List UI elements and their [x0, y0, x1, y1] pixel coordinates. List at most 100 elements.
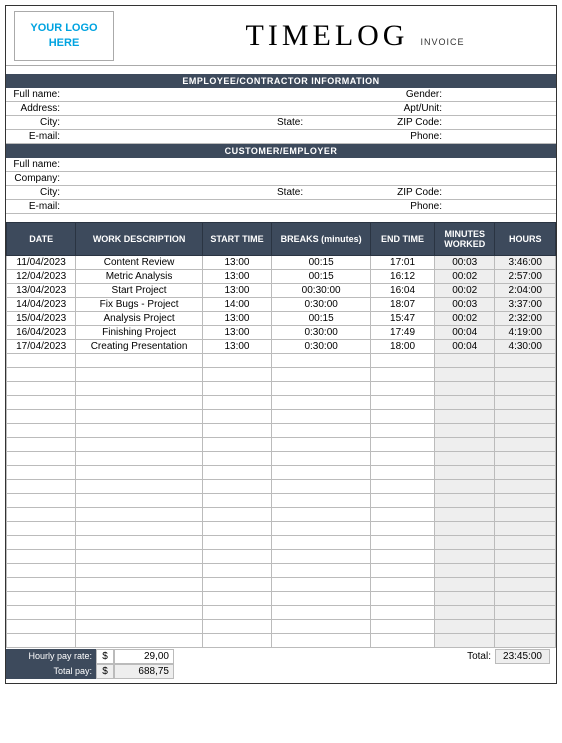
cell-desc[interactable]: Fix Bugs - Project — [76, 298, 203, 312]
empty-cell[interactable] — [272, 634, 371, 648]
empty-cell[interactable] — [7, 606, 76, 620]
table-row-empty[interactable] — [7, 368, 556, 382]
empty-cell[interactable] — [202, 592, 271, 606]
cell-desc[interactable]: Start Project — [76, 284, 203, 298]
empty-cell[interactable] — [272, 396, 371, 410]
empty-cell[interactable] — [76, 466, 203, 480]
cell-end[interactable]: 18:07 — [371, 298, 435, 312]
empty-cell[interactable] — [7, 354, 76, 368]
empty-cell[interactable] — [76, 522, 203, 536]
cell-desc[interactable]: Metric Analysis — [76, 270, 203, 284]
empty-cell[interactable] — [202, 508, 271, 522]
empty-cell[interactable] — [371, 466, 435, 480]
empty-cell[interactable] — [202, 536, 271, 550]
empty-cell[interactable] — [495, 620, 556, 634]
empty-cell[interactable] — [272, 536, 371, 550]
empty-cell[interactable] — [7, 368, 76, 382]
table-row-empty[interactable] — [7, 382, 556, 396]
empty-cell[interactable] — [76, 480, 203, 494]
empty-cell[interactable] — [371, 550, 435, 564]
empty-cell[interactable] — [434, 438, 495, 452]
table-row-empty[interactable] — [7, 564, 556, 578]
cell-start[interactable]: 13:00 — [202, 340, 271, 354]
empty-cell[interactable] — [76, 620, 203, 634]
empty-cell[interactable] — [272, 494, 371, 508]
empty-cell[interactable] — [434, 592, 495, 606]
empty-cell[interactable] — [7, 424, 76, 438]
cell-date[interactable]: 15/04/2023 — [7, 312, 76, 326]
cell-hours[interactable]: 4:30:00 — [495, 340, 556, 354]
cell-end[interactable]: 17:01 — [371, 256, 435, 270]
cell-desc[interactable]: Creating Presentation — [76, 340, 203, 354]
empty-cell[interactable] — [371, 382, 435, 396]
empty-cell[interactable] — [371, 592, 435, 606]
empty-cell[interactable] — [434, 480, 495, 494]
table-row-empty[interactable] — [7, 354, 556, 368]
table-row-empty[interactable] — [7, 606, 556, 620]
empty-cell[interactable] — [76, 564, 203, 578]
empty-cell[interactable] — [202, 424, 271, 438]
empty-cell[interactable] — [272, 382, 371, 396]
empty-cell[interactable] — [371, 452, 435, 466]
cell-start[interactable]: 13:00 — [202, 312, 271, 326]
table-row-empty[interactable] — [7, 466, 556, 480]
cell-hours[interactable]: 2:04:00 — [495, 284, 556, 298]
cell-minutes[interactable]: 00:03 — [434, 298, 495, 312]
cell-desc[interactable]: Finishing Project — [76, 326, 203, 340]
cell-breaks[interactable]: 00:30:00 — [272, 284, 371, 298]
empty-cell[interactable] — [371, 410, 435, 424]
cell-date[interactable]: 11/04/2023 — [7, 256, 76, 270]
empty-cell[interactable] — [76, 438, 203, 452]
empty-cell[interactable] — [434, 466, 495, 480]
empty-cell[interactable] — [371, 522, 435, 536]
empty-cell[interactable] — [495, 508, 556, 522]
table-row-empty[interactable] — [7, 592, 556, 606]
table-row-empty[interactable] — [7, 522, 556, 536]
empty-cell[interactable] — [202, 550, 271, 564]
empty-cell[interactable] — [202, 522, 271, 536]
empty-cell[interactable] — [434, 368, 495, 382]
empty-cell[interactable] — [495, 494, 556, 508]
empty-cell[interactable] — [76, 382, 203, 396]
empty-cell[interactable] — [371, 354, 435, 368]
cell-minutes[interactable]: 00:04 — [434, 340, 495, 354]
table-row-empty[interactable] — [7, 396, 556, 410]
cell-date[interactable]: 13/04/2023 — [7, 284, 76, 298]
empty-cell[interactable] — [76, 396, 203, 410]
table-row-empty[interactable] — [7, 578, 556, 592]
empty-cell[interactable] — [495, 550, 556, 564]
empty-cell[interactable] — [495, 438, 556, 452]
empty-cell[interactable] — [371, 424, 435, 438]
cell-date[interactable]: 12/04/2023 — [7, 270, 76, 284]
empty-cell[interactable] — [495, 466, 556, 480]
empty-cell[interactable] — [272, 480, 371, 494]
empty-cell[interactable] — [272, 452, 371, 466]
empty-cell[interactable] — [7, 592, 76, 606]
table-row-empty[interactable] — [7, 424, 556, 438]
empty-cell[interactable] — [371, 438, 435, 452]
empty-cell[interactable] — [371, 508, 435, 522]
cell-hours[interactable]: 3:46:00 — [495, 256, 556, 270]
empty-cell[interactable] — [272, 368, 371, 382]
empty-cell[interactable] — [7, 536, 76, 550]
cell-end[interactable]: 16:04 — [371, 284, 435, 298]
empty-cell[interactable] — [495, 382, 556, 396]
cell-minutes[interactable]: 00:02 — [434, 312, 495, 326]
empty-cell[interactable] — [272, 438, 371, 452]
cell-breaks[interactable]: 00:15 — [272, 312, 371, 326]
empty-cell[interactable] — [76, 452, 203, 466]
empty-cell[interactable] — [76, 424, 203, 438]
empty-cell[interactable] — [76, 494, 203, 508]
empty-cell[interactable] — [202, 354, 271, 368]
empty-cell[interactable] — [371, 396, 435, 410]
cell-breaks[interactable]: 00:15 — [272, 256, 371, 270]
table-row-empty[interactable] — [7, 494, 556, 508]
table-row[interactable]: 16/04/2023Finishing Project13:000:30:001… — [7, 326, 556, 340]
empty-cell[interactable] — [434, 354, 495, 368]
cell-breaks[interactable]: 0:30:00 — [272, 340, 371, 354]
empty-cell[interactable] — [272, 410, 371, 424]
empty-cell[interactable] — [202, 564, 271, 578]
empty-cell[interactable] — [7, 480, 76, 494]
cell-date[interactable]: 17/04/2023 — [7, 340, 76, 354]
empty-cell[interactable] — [272, 550, 371, 564]
